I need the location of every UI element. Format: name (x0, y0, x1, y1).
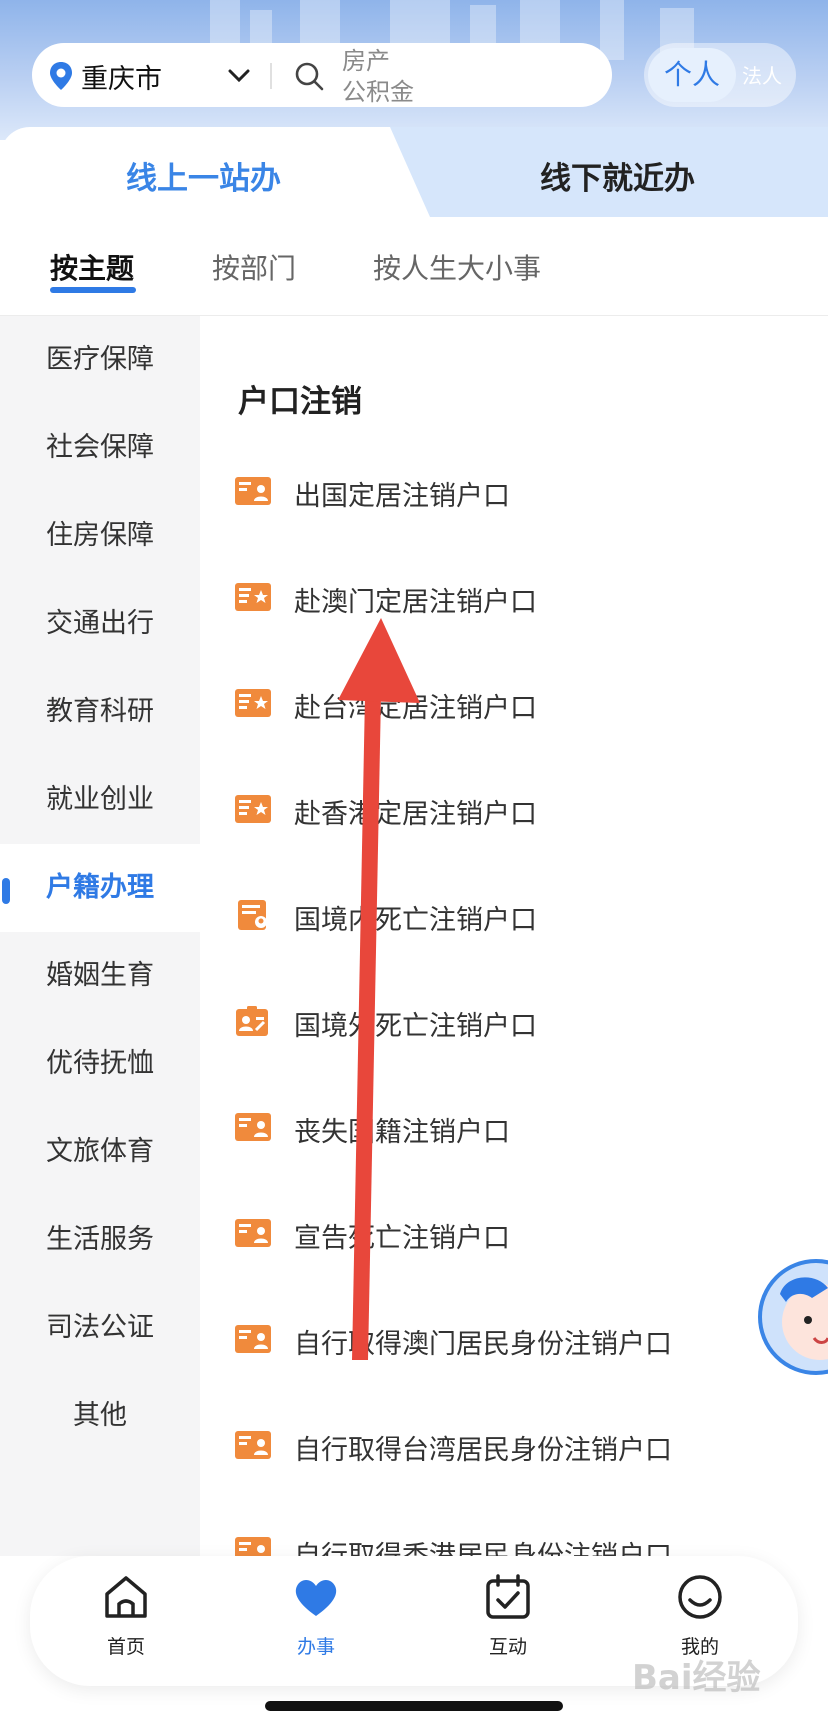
list-item[interactable]: 出国定居注销户口 (234, 462, 814, 522)
list-item[interactable]: 赴香港定居注销户口 (234, 780, 814, 840)
list-item[interactable]: 国境外死亡注销户口 (234, 992, 814, 1052)
sidebar-item-judicial[interactable]: 司法公证 (0, 1284, 200, 1372)
tab-offline-label[interactable]: 线下就近办 (540, 153, 695, 198)
sidebar-item-preferential[interactable]: 优待抚恤 (0, 1020, 200, 1108)
location-search-bar[interactable]: 重庆市 房产 公积金 (32, 43, 612, 107)
section-title: 户口注销 (238, 384, 362, 420)
subtab-active-indicator (50, 287, 136, 293)
list-item-label: 自行取得香港居民身份注销户口 (294, 1534, 672, 1556)
calendar-check-icon (486, 1574, 530, 1619)
subtab-by-department[interactable]: 按部门 (212, 247, 296, 287)
sidebar-item-marriage[interactable]: 婚姻生育 (0, 932, 200, 1020)
mascot-assistant-icon[interactable] (756, 1254, 828, 1380)
list-item-label: 国境内死亡注销户口 (294, 905, 537, 936)
sidebar-item-label: 户籍办理 (46, 872, 154, 903)
sidebar-item-medical[interactable]: 医疗保障 (0, 316, 200, 404)
id-card-icon (234, 476, 272, 506)
nav-services[interactable]: 办事 (256, 1572, 376, 1682)
role-person-button[interactable]: 个人 (648, 48, 736, 102)
sidebar-item-culture-sports[interactable]: 文旅体育 (0, 1108, 200, 1196)
subtab-by-life-events[interactable]: 按人生大小事 (373, 247, 541, 287)
id-card-icon (234, 1324, 272, 1354)
list-item-label: 自行取得台湾居民身份注销户口 (294, 1435, 672, 1466)
search-hint-2[interactable]: 公积金 (342, 77, 414, 107)
sidebar-item-social-security[interactable]: 社会保障 (0, 404, 200, 492)
list-item-label: 赴澳门定居注销户口 (294, 587, 537, 618)
list-item[interactable]: 宣告死亡注销户口 (234, 1204, 814, 1264)
sidebar-item-housing[interactable]: 住房保障 (0, 492, 200, 580)
home-icon (105, 1576, 147, 1618)
sidebar-item-transport[interactable]: 交通出行 (0, 580, 200, 668)
badge-person-icon (234, 1006, 272, 1036)
smile-icon (678, 1575, 722, 1619)
list-item-label: 自行取得澳门居民身份注销户口 (294, 1329, 672, 1360)
id-card-icon (234, 1112, 272, 1142)
home-indicator (265, 1701, 563, 1711)
document-person-icon (234, 900, 272, 930)
list-item-label: 赴香港定居注销户口 (294, 799, 537, 830)
nav-home[interactable]: 首页 (66, 1572, 186, 1682)
flag-card-icon (234, 688, 272, 718)
nav-services-label: 办事 (296, 1636, 335, 1658)
list-item[interactable]: 赴台湾定居注销户口 (234, 674, 814, 734)
nav-interact-label: 互动 (488, 1636, 527, 1658)
main-tabs: 线上一站办 线下就近办 (0, 127, 828, 217)
list-item-label: 国境外死亡注销户口 (294, 1011, 537, 1042)
location-pin-icon (50, 62, 72, 90)
sub-tabs: 按主题 按部门 按人生大小事 (0, 217, 828, 316)
list-item[interactable]: 赴澳门定居注销户口 (234, 568, 814, 628)
category-sidebar: 医疗保障 社会保障 住房保障 交通出行 教育科研 就业创业 户籍办理 婚姻生育 … (0, 316, 200, 1556)
sidebar-item-household-registration[interactable]: 户籍办理 (0, 844, 200, 932)
flag-card-icon (234, 582, 272, 612)
content-panel: 户口注销 出国定居注销户口 赴澳门定居注销户口 赴台湾定居注销户口 赴香港定居注… (200, 316, 828, 1556)
list-item[interactable]: 自行取得澳门居民身份注销户口 (234, 1310, 814, 1370)
sidebar-item-other[interactable]: 其他 (0, 1372, 200, 1460)
list-item[interactable]: 自行取得香港居民身份注销户口 (234, 1522, 814, 1556)
search-divider (270, 63, 272, 89)
id-card-icon (234, 1536, 272, 1556)
list-item-label: 出国定居注销户口 (294, 481, 510, 512)
flag-card-icon (234, 794, 272, 824)
sidebar-item-education[interactable]: 教育科研 (0, 668, 200, 756)
heart-icon (295, 1580, 337, 1616)
list-item-label: 赴台湾定居注销户口 (294, 693, 537, 724)
role-switch[interactable]: 个人 法人 (644, 43, 796, 107)
sidebar-item-life-services[interactable]: 生活服务 (0, 1196, 200, 1284)
search-hint-1[interactable]: 房产 (342, 46, 390, 76)
id-card-icon (234, 1430, 272, 1460)
subtab-by-theme[interactable]: 按主题 (50, 247, 134, 287)
sidebar-active-indicator (2, 878, 10, 904)
watermark: Bai经验 (632, 1658, 761, 1698)
role-legal-button[interactable]: 法人 (742, 60, 782, 89)
nav-interact[interactable]: 互动 (448, 1572, 568, 1682)
sidebar-item-employment[interactable]: 就业创业 (0, 756, 200, 844)
chevron-down-icon[interactable] (228, 69, 250, 83)
city-selector[interactable]: 重庆市 (81, 57, 162, 96)
list-item[interactable]: 自行取得台湾居民身份注销户口 (234, 1416, 814, 1476)
list-item[interactable]: 丧失国籍注销户口 (234, 1098, 814, 1158)
list-item[interactable]: 国境内死亡注销户口 (234, 886, 814, 946)
list-item-label: 丧失国籍注销户口 (294, 1117, 510, 1148)
id-card-icon (234, 1218, 272, 1248)
list-item-label: 宣告死亡注销户口 (294, 1223, 510, 1254)
search-icon[interactable] (294, 61, 324, 91)
tab-online-label[interactable]: 线上一站办 (126, 153, 281, 198)
nav-home-label: 首页 (106, 1636, 145, 1658)
